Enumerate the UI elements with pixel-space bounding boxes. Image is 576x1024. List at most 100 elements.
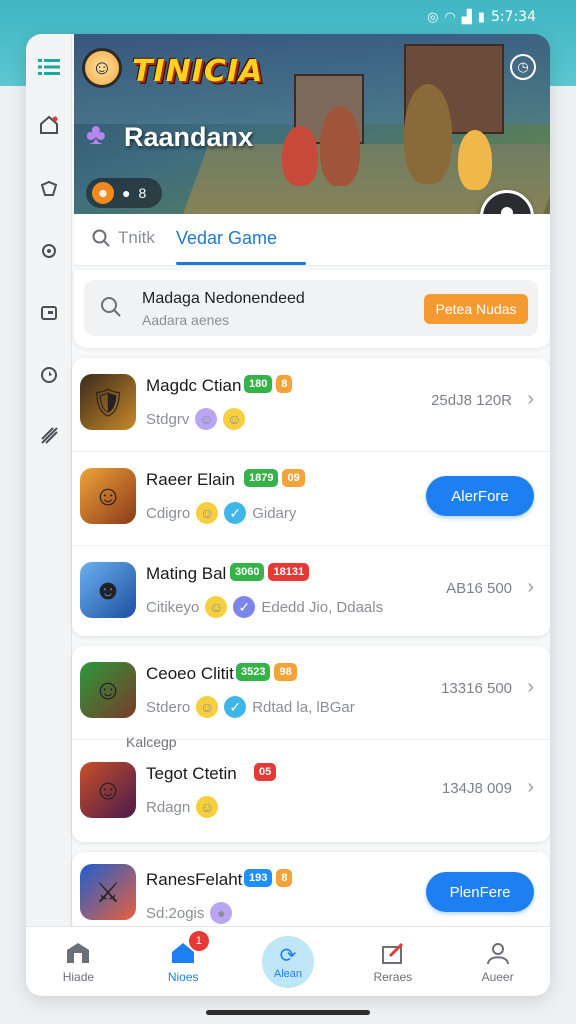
list-item[interactable]: ☺ Ceoeo Clitit 3523 98 Stdero ☺ ✓ Rdtad … bbox=[72, 646, 550, 740]
banner-player-chip[interactable]: ☻ ● 8 bbox=[86, 178, 162, 208]
list-item-value: 134J8 009 bbox=[441, 780, 512, 797]
list-item-subtitle: Stdgrv ☺ ☺ bbox=[146, 408, 246, 430]
profile-icon bbox=[486, 942, 509, 964]
tab-search-label: Tnitk bbox=[118, 228, 155, 247]
game-list-group-1: 🛡 Magdc Ctian 180 8 Stdgrv ☺ ☺ 25dJ8 120… bbox=[72, 358, 550, 636]
banner-chip-count: 8 bbox=[138, 185, 147, 201]
nav-label: Nioes bbox=[167, 969, 199, 984]
featured-game-banner[interactable]: ☺ TINICIA ♣ Raandanx ☻ ● 8 ◷ bbox=[74, 34, 550, 214]
list-item[interactable]: ⚔ RanesFelaht 193 8 Sd:2ogis ● PlenFere bbox=[72, 852, 550, 932]
tag-icon[interactable] bbox=[34, 174, 64, 204]
check-icon: ✓ bbox=[224, 502, 247, 524]
timer-icon[interactable]: ◷ bbox=[510, 54, 536, 80]
nav-item-hiade[interactable]: Hiade bbox=[26, 927, 131, 996]
game-thumbnail-icon: ☺ bbox=[80, 468, 136, 524]
nav-item-nioes[interactable]: Nioes 1 bbox=[131, 927, 236, 996]
list-item-title: Magdc Ctian bbox=[146, 376, 242, 395]
menu-icon[interactable] bbox=[34, 52, 64, 82]
sidebar bbox=[26, 34, 72, 926]
rank-badge: 8 bbox=[276, 869, 293, 887]
nav-label: Hiade bbox=[62, 969, 95, 984]
list-item-sub-label: Cdigro bbox=[146, 504, 191, 522]
game-thumbnail-icon: ⚔ bbox=[80, 864, 136, 920]
tab-vedar-game[interactable]: Vedar Game bbox=[176, 228, 277, 249]
game-thumbnail-icon: 🛡 bbox=[80, 374, 136, 430]
edit-icon bbox=[381, 942, 403, 964]
chevron-right-icon[interactable]: › bbox=[527, 388, 534, 411]
list-item-action-button[interactable]: PlenFere bbox=[426, 872, 534, 912]
chevron-right-icon[interactable]: › bbox=[527, 676, 534, 699]
list-item-subtitle: Rdagn ☺ bbox=[146, 796, 219, 818]
rank-badge: 8 bbox=[276, 375, 293, 393]
banner-logo-title: TINICIA bbox=[132, 54, 264, 89]
tab-bar: Tnitk Vedar Game bbox=[74, 214, 550, 266]
list-item-title: Ceoeo Clitit bbox=[146, 664, 234, 683]
smiley-icon: ● bbox=[210, 902, 233, 924]
smiley-icon: ☺ bbox=[195, 408, 218, 430]
search-action-button[interactable]: Petea Nudas bbox=[424, 294, 528, 324]
nav-label: Alean bbox=[273, 968, 303, 980]
smiley-icon: ☺ bbox=[223, 408, 246, 430]
hero-character bbox=[458, 130, 492, 190]
chevron-right-icon[interactable]: › bbox=[527, 776, 534, 799]
wifi-icon: ◠ bbox=[444, 9, 456, 25]
search-card: Madaga Nedonendeed Aadara aenes Petea Nu… bbox=[74, 270, 550, 348]
chevron-right-icon[interactable]: › bbox=[527, 576, 534, 599]
list-item-subtitle: Citikeyo ☺ ✓ Ededd Jio, Ddaals bbox=[146, 596, 383, 618]
shop-icon bbox=[67, 942, 90, 963]
search-icon bbox=[92, 229, 110, 247]
nav-item-aueer[interactable]: Aueer bbox=[445, 927, 550, 996]
crown-icon: ♣ bbox=[86, 118, 106, 151]
rank-badge: 18131 bbox=[268, 563, 310, 581]
smiley-icon: ☺ bbox=[205, 596, 228, 618]
nav-center-button[interactable]: ⟳ Alean bbox=[261, 935, 314, 988]
notification-badge: 1 bbox=[188, 931, 209, 951]
rank-badge: 98 bbox=[274, 663, 297, 681]
wallet-icon[interactable] bbox=[34, 298, 64, 328]
list-item-sub-label: Sd:2ogis bbox=[146, 904, 205, 922]
list-item-sub-label: Stdgrv bbox=[146, 410, 190, 428]
level-badge: 1879 bbox=[244, 469, 279, 487]
list-item[interactable]: ☻ Mating Bal 3060 18131 Citikeyo ☺ ✓ Ede… bbox=[72, 546, 550, 636]
tools-icon[interactable] bbox=[34, 420, 64, 450]
list-item-value: 25dJ8 120R bbox=[431, 392, 512, 409]
list-item[interactable]: 🛡 Magdc Ctian 180 8 Stdgrv ☺ ☺ 25dJ8 120… bbox=[72, 358, 550, 452]
home-indicator[interactable] bbox=[206, 1010, 370, 1015]
list-item-action-button[interactable]: AlerFore bbox=[426, 476, 534, 516]
battery-icon: ▮ bbox=[477, 9, 485, 25]
list-item-sub-label: Stdero bbox=[146, 698, 191, 716]
gear-icon[interactable] bbox=[34, 236, 64, 266]
nav-item-reraes[interactable]: Reraes bbox=[340, 927, 445, 996]
list-item[interactable]: ☺ Raeer Elain 1879 09 Cdigro ☺ ✓ Gidary … bbox=[72, 452, 550, 546]
list-item-subtitle: Sd:2ogis ● bbox=[146, 902, 233, 924]
level-badge: 3523 bbox=[236, 663, 271, 681]
refresh-icon: ⟳ bbox=[279, 945, 297, 967]
list-item-title: Mating Bal bbox=[146, 564, 227, 583]
compass-icon[interactable] bbox=[34, 360, 64, 390]
smiley-icon: ☺ bbox=[196, 502, 219, 524]
coin-icon: ● bbox=[122, 185, 131, 201]
list-item-sub-label: Citikeyo bbox=[146, 598, 200, 616]
banner-game-name: Raandanx bbox=[124, 122, 254, 152]
nav-item-alean[interactable]: ⟳ Alean bbox=[236, 927, 341, 996]
list-item[interactable]: ☺ Tegot Ctetin 05 Rdagn ☺ 134J8 009 › bbox=[72, 746, 550, 840]
list-item-title: Tegot Ctetin bbox=[146, 764, 237, 783]
search-icon bbox=[101, 297, 121, 317]
list-item-value: 13316 500 bbox=[441, 680, 512, 697]
game-thumbnail-icon: ☺ bbox=[80, 662, 136, 718]
check-icon: ✓ bbox=[224, 696, 247, 718]
list-item-value: AB16 500 bbox=[446, 580, 512, 597]
search-box[interactable]: Madaga Nedonendeed Aadara aenes Petea Nu… bbox=[84, 280, 538, 336]
game-thumbnail-icon: ☺ bbox=[80, 762, 136, 818]
app-window: ☺ TINICIA ♣ Raandanx ☻ ● 8 ◷ Tnitk Vedar… bbox=[26, 34, 550, 996]
home-icon[interactable] bbox=[34, 110, 64, 140]
nav-label: Reraes bbox=[373, 969, 413, 984]
check-icon: ✓ bbox=[233, 596, 256, 618]
search-title: Madaga Nedonendeed bbox=[142, 290, 305, 307]
hero-character bbox=[320, 106, 360, 186]
rank-badge: 05 bbox=[254, 763, 277, 781]
rank-badge: 09 bbox=[282, 469, 305, 487]
active-tab-indicator bbox=[176, 262, 306, 265]
level-badge: 193 bbox=[244, 869, 273, 887]
tab-search[interactable]: Tnitk bbox=[92, 228, 155, 248]
